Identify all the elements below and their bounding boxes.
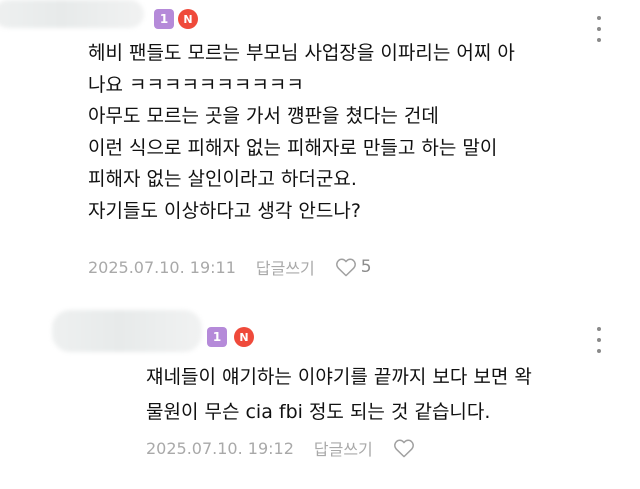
blurred-nickname [0,0,144,28]
level-badge: 1 [154,9,174,29]
like-button[interactable]: 5 [335,257,372,277]
comment-body: 쟤네들이 얘기하는 이야기를 끝까지 보다 보면 왁 물원이 무슨 cia fb… [146,360,532,430]
level-badge: 1 [207,327,227,347]
heart-outline-icon [335,258,356,277]
reply-button[interactable]: 답글쓰기 [314,436,373,460]
reply-button[interactable]: 답글쓰기 [256,255,315,279]
comment-timestamp: 2025.07.10. 19:11 [88,257,236,277]
comment-line: 피해자 없는 살인이라고 하더군요. [88,168,357,190]
comment-line: 헤비 팬들도 모르는 부모님 사업장을 이파리는 어찌 아 [88,42,515,64]
like-count: 5 [360,257,372,277]
like-button[interactable] [393,438,419,458]
new-badge: N [178,9,198,29]
comment-line: 쟤네들이 얘기하는 이야기를 끝까지 보다 보면 왁 [146,366,532,388]
blurred-nickname [52,310,202,352]
comment-line: 이런 식으로 피해자 없는 피해자로 만들고 하는 말이 [88,136,498,159]
comment-line: 물원이 무슨 cia fbi 정도 되는 것 같습니다. [146,401,491,423]
comment-meta: 2025.07.10. 19:11 답글쓰기 5 [88,255,372,279]
more-vertical-icon[interactable] [596,327,602,353]
new-badge: N [234,327,254,347]
comment-line: 아무도 모르는 곳을 가서 꺵판을 쳤다는 건데 [88,105,439,127]
more-vertical-icon[interactable] [596,16,602,42]
comment-body: 헤비 팬들도 모르는 부모님 사업장을 이파리는 어찌 아 나요 ㅋㅋㅋㅋㅋㅋㅋ… [88,38,515,227]
comment-reply: 1 N 쟤네들이 얘기하는 이야기를 끝까지 보다 보면 왁 물원이 무슨 ci… [0,300,640,489]
comment-line: 나요 ㅋㅋㅋㅋㅋㅋㅋㅋㅋㅋ [88,73,304,96]
comment-timestamp: 2025.07.10. 19:12 [146,438,294,458]
comment: 1 N 헤비 팬들도 모르는 부모님 사업장을 이파리는 어찌 아 나요 ㅋㅋㅋ… [0,0,640,290]
heart-outline-icon [393,439,414,458]
comment-meta: 2025.07.10. 19:12 답글쓰기 [146,436,419,460]
comment-line: 자기들도 이상하다고 생각 안드나? [88,199,361,222]
